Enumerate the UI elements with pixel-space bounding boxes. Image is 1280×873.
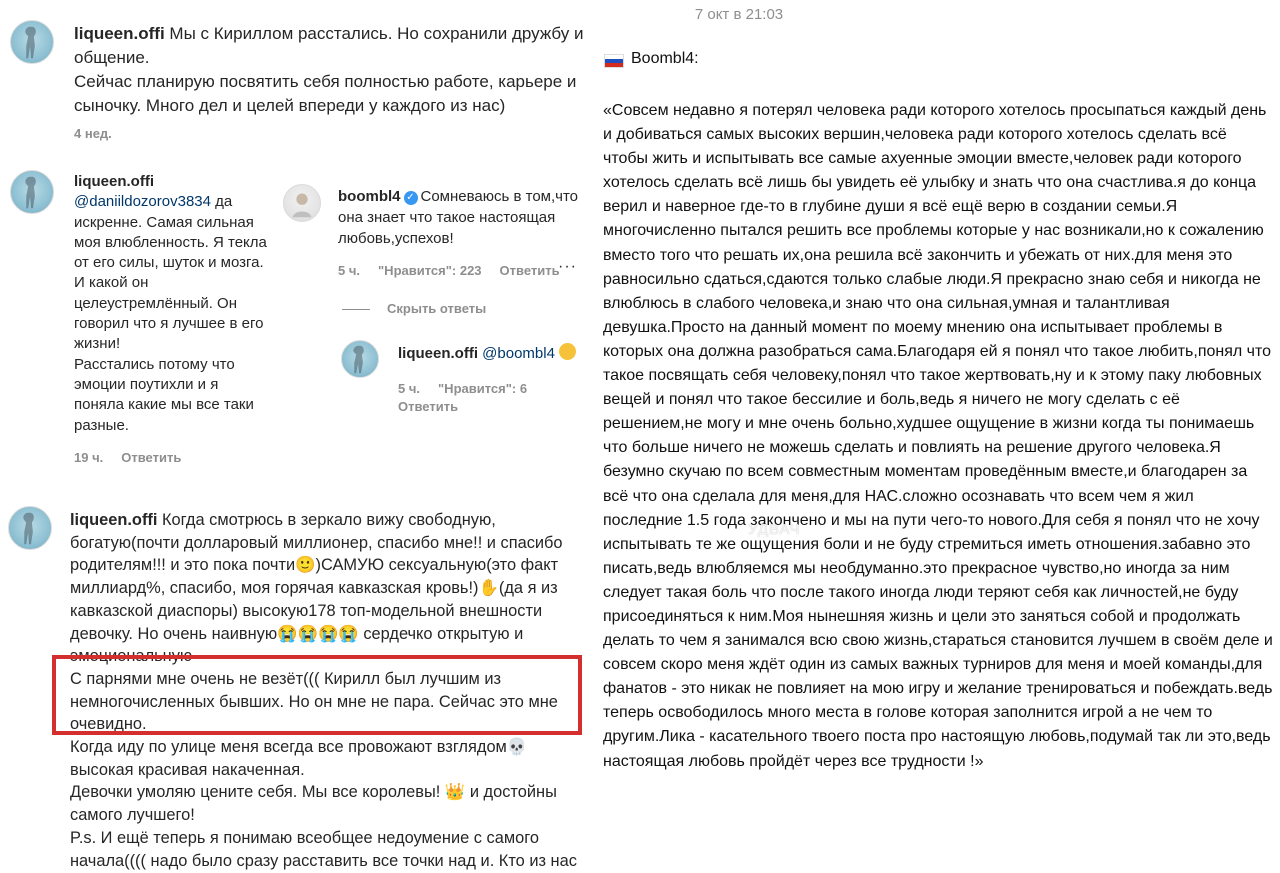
- reply-1-meta: 5 ч. "Нравится": 223 Ответить: [338, 263, 578, 278]
- reply-2: liqueen.offi @boombl4: [398, 343, 598, 364]
- hide-replies-button[interactable]: Скрыть ответы: [387, 301, 486, 316]
- reply-2-meta: 5 ч. "Нравится": 6: [398, 381, 545, 396]
- boombl4-avatar[interactable]: [283, 184, 321, 222]
- liqueen-avatar[interactable]: [10, 20, 54, 64]
- post-text: «Совсем недавно я потерял человека ради …: [603, 102, 1278, 770]
- liqueen-avatar[interactable]: [8, 506, 52, 550]
- reply-1: boombl4 ✓ Сомневаюсь в том,что она знает ч…: [338, 186, 593, 249]
- reply-2-reply-button[interactable]: Ответить: [398, 399, 458, 414]
- liqueen-avatar[interactable]: [10, 170, 54, 214]
- comment-2-reply-button[interactable]: Ответить: [121, 450, 181, 465]
- comment-1-meta: 4 нед.: [74, 126, 130, 141]
- reply-1-username[interactable]: boombl4: [338, 188, 401, 205]
- reply-1-reply-button[interactable]: Ответить: [500, 263, 560, 278]
- vk-post-panel: 7 окт в 21:03 Boombl4: «Совсем недавно я…: [598, 0, 1280, 873]
- more-options-icon[interactable]: ···: [558, 258, 577, 276]
- comment-2-mention[interactable]: @daniildozorov3834: [74, 193, 211, 210]
- hide-replies-line: [342, 309, 370, 310]
- reply-1-time: 5 ч.: [338, 263, 361, 278]
- comment-2-meta: 19 ч. Ответить: [74, 450, 199, 465]
- comment-1-username[interactable]: liqueen.offi: [74, 24, 165, 43]
- comment-2-username[interactable]: liqueen.offi: [74, 173, 154, 190]
- comment-2-time: 19 ч.: [74, 450, 104, 465]
- reply-2-username[interactable]: liqueen.offi: [398, 345, 478, 362]
- comment-2: liqueen.offi @daniildozorov3834 да искре…: [74, 172, 270, 436]
- reply-1-likes[interactable]: "Нравится": 223: [378, 263, 482, 278]
- verified-badge-icon: ✓: [403, 191, 418, 205]
- post-date: 7 окт в 21:03: [694, 6, 784, 23]
- reply-2-mention[interactable]: @boombl4: [482, 345, 555, 362]
- sad-emoji-icon: [559, 343, 577, 360]
- reply-2-likes[interactable]: "Нравится": 6: [438, 381, 527, 396]
- reply-2-time: 5 ч.: [398, 381, 421, 396]
- liqueen-avatar[interactable]: [341, 340, 379, 378]
- comment-1: liqueen.offi Мы с Кириллом расстались. Н…: [74, 22, 594, 118]
- highlight-box: [52, 655, 582, 735]
- comment-1-time: 4 нед.: [74, 126, 112, 141]
- instagram-comments-panel: liqueen.offi Мы с Кириллом расстались. Н…: [0, 0, 598, 873]
- watermark: УДВАЧ: [748, 521, 801, 538]
- post-author[interactable]: Boombl4:: [631, 50, 699, 68]
- russia-flag-icon: [604, 54, 624, 68]
- comment-3-username[interactable]: liqueen.offi: [70, 511, 157, 529]
- comment-2-text: да искренне. Самая сильная моя влюбленно…: [74, 193, 267, 434]
